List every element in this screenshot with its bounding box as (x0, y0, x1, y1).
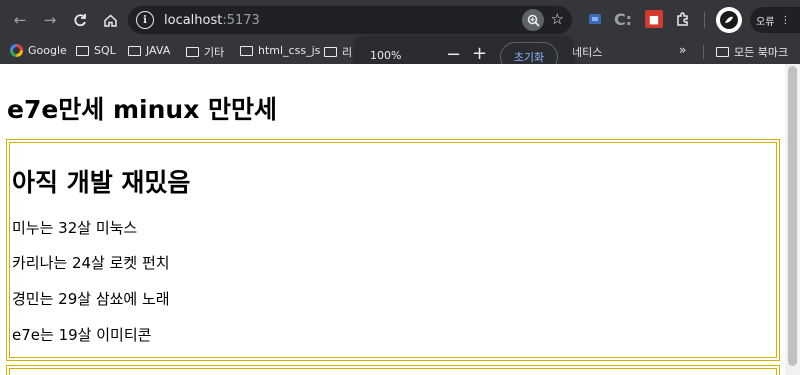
url-text[interactable]: localhost:5173 (164, 13, 260, 28)
bookmark-star-icon[interactable]: ☆ (551, 10, 564, 28)
folder-icon (240, 45, 253, 56)
member-item: 카리나는 24살 로켓 펀치 (12, 254, 170, 272)
member-card: 아직 개발 재밌음 미누는 32살 미눅스 카리나는 24살 로켓 펀치 경민는… (6, 139, 780, 361)
zoom-icon[interactable] (522, 9, 544, 31)
zoom-in-button[interactable]: + (472, 43, 487, 64)
more-bookmarks-icon[interactable]: » (679, 43, 686, 57)
bookmark-folder-etc[interactable]: 기타 (186, 44, 224, 60)
folder-icon (76, 45, 89, 56)
card-title: 아직 개발 재밌음 (12, 168, 191, 197)
bookmark-folder-java[interactable]: JAVA (128, 44, 170, 57)
extension-c-icon[interactable]: C: (614, 10, 632, 29)
zoom-out-button[interactable]: − (446, 44, 461, 65)
scrollbar-thumb[interactable] (788, 66, 797, 366)
page-viewport: e7e만세 minux 만만세 아직 개발 재밌음 미누는 32살 미눅스 카리… (0, 64, 785, 375)
profile-error-button[interactable]: 오류 ⋮ (750, 7, 800, 33)
bookmark-netis[interactable]: 네티스 (572, 44, 602, 60)
folder-icon (716, 47, 729, 57)
reload-icon[interactable] (66, 6, 94, 34)
forward-icon[interactable]: → (36, 6, 64, 34)
profile-avatar[interactable] (716, 7, 742, 33)
extension-red-icon[interactable]: ■ (645, 10, 663, 28)
bookmark-folder-html-css-js[interactable]: html_css_js (240, 44, 320, 57)
extension-icon[interactable] (586, 10, 604, 28)
second-card (6, 365, 780, 375)
member-item: 경민는 29살 삼쑈에 노래 (12, 290, 170, 308)
member-item: 미누는 32살 미눅스 (12, 219, 138, 237)
folder-icon (186, 47, 199, 57)
bookmark-google[interactable]: Google (10, 44, 67, 57)
back-icon[interactable]: ← (6, 6, 34, 34)
bookmark-folder-partial[interactable]: 리 (324, 44, 352, 60)
bookmark-folder-sql[interactable]: SQL (76, 44, 116, 57)
page-title: e7e만세 minux 만만세 (7, 95, 278, 124)
folder-icon (324, 47, 337, 57)
bookmarks-separator (703, 45, 704, 59)
home-icon[interactable] (96, 6, 124, 34)
menu-dots-icon[interactable]: ⋮ (780, 15, 790, 26)
extensions-puzzle-icon[interactable] (674, 10, 692, 28)
browser-toolbar: ← → i localhost:5173 ☆ C: ■ 오류 ⋮ (0, 0, 800, 40)
toolbar-separator (704, 12, 705, 28)
folder-icon (128, 45, 141, 56)
scrollbar[interactable] (785, 64, 800, 375)
zoom-level: 100% (370, 49, 402, 62)
all-bookmarks-folder[interactable]: 모든 북마크 (716, 44, 788, 60)
member-item: e7e는 19살 이미티콘 (12, 326, 152, 344)
site-info-icon[interactable]: i (136, 11, 154, 29)
address-bar[interactable]: i localhost:5173 ☆ (128, 6, 572, 34)
google-icon (10, 44, 23, 57)
